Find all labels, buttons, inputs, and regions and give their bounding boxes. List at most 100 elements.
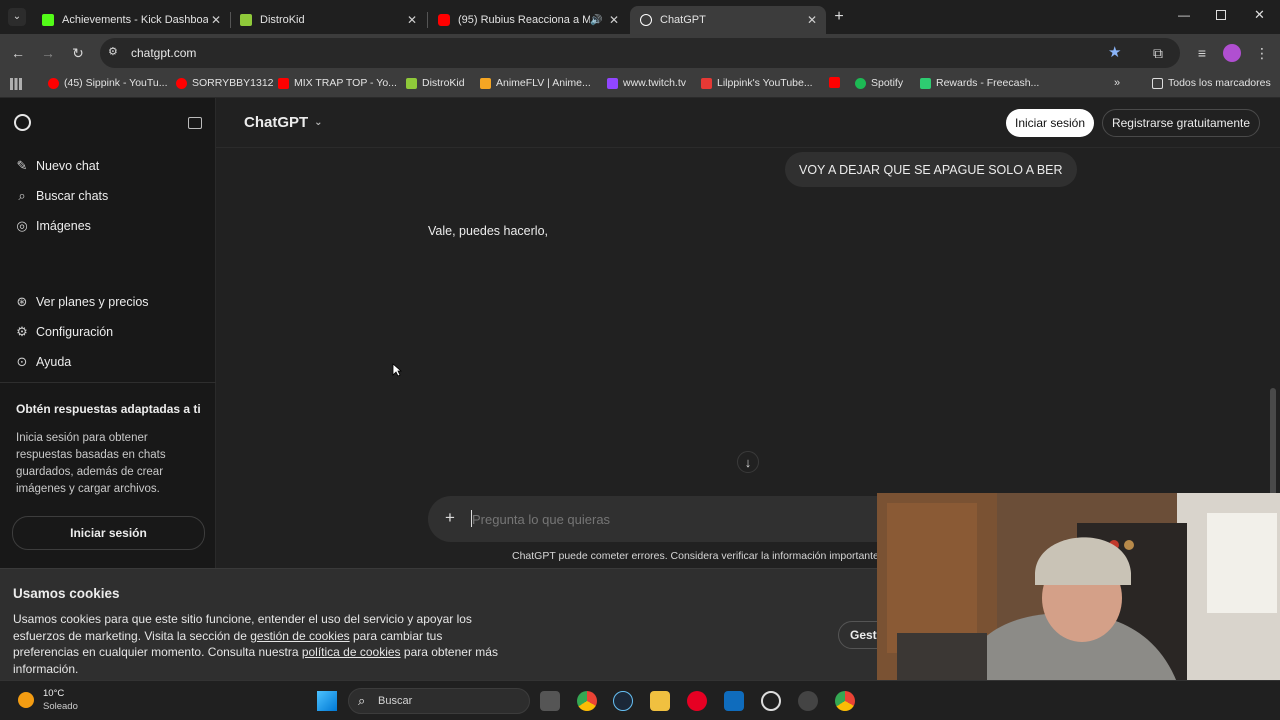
- sidebar-item-search[interactable]: ⌕ Buscar chats: [14, 188, 108, 204]
- sidebar-item-label: Ver planes y precios: [36, 295, 149, 309]
- bookmark-item[interactable]: (45) Sippink - YouTu...: [48, 77, 168, 89]
- cookie-text: Usamos cookies para que este sitio funci…: [13, 611, 503, 677]
- tab-label: DistroKid: [260, 14, 305, 26]
- sidebar-item-settings[interactable]: ⚙ Configuración: [14, 324, 113, 340]
- more-bookmarks-icon[interactable]: »: [1114, 77, 1120, 89]
- tab-label: Achievements - Kick Dashboard: [62, 14, 208, 26]
- bookmark-item[interactable]: MIX TRAP TOP - Yo...: [278, 77, 397, 89]
- signup-button[interactable]: Registrarse gratuitamente: [1102, 109, 1260, 137]
- forward-icon[interactable]: →: [38, 43, 58, 63]
- profile-avatar[interactable]: [1223, 44, 1241, 62]
- gear-icon: ⚙: [16, 324, 28, 339]
- weather-sun-icon[interactable]: [18, 692, 34, 708]
- bookmark-item[interactable]: [829, 77, 845, 88]
- file-explorer-icon[interactable]: [650, 691, 670, 711]
- new-tab-icon[interactable]: +: [830, 8, 848, 26]
- sidebar-item-label: Buscar chats: [36, 189, 109, 203]
- main-header: ChatGPT ⌄ Iniciar sesión Registrarse gra…: [216, 98, 1280, 148]
- bookmark-label: MIX TRAP TOP - Yo...: [294, 77, 397, 89]
- openai-logo-icon[interactable]: [14, 114, 31, 131]
- toggle-sidebar-icon[interactable]: [188, 117, 202, 129]
- speaker-icon[interactable]: 🔊: [590, 15, 606, 26]
- scrollbar-thumb[interactable]: [1270, 388, 1276, 498]
- close-icon[interactable]: ✕: [404, 13, 420, 27]
- steam-icon[interactable]: [613, 691, 633, 711]
- bookmark-item[interactable]: SORRYBBY1312: [176, 77, 274, 89]
- bookmark-label: (45) Sippink - YouTu...: [64, 77, 168, 89]
- url-text[interactable]: chatgpt.com: [131, 46, 196, 60]
- cookie-policy-link[interactable]: política de cookies: [302, 645, 401, 659]
- address-bar[interactable]: ⚙ chatgpt.com ★: [100, 38, 1180, 68]
- apps-grid-icon[interactable]: [10, 78, 22, 90]
- restore-icon[interactable]: [1216, 10, 1226, 20]
- search-icon: ⌕: [358, 693, 366, 708]
- bookmark-label: Spotify: [871, 77, 904, 89]
- close-icon[interactable]: ✕: [208, 13, 224, 27]
- bookmark-item[interactable]: Rewards - Freecash...: [920, 77, 1039, 89]
- weather-temp[interactable]: 10°C: [43, 688, 64, 699]
- rewards-icon: [920, 77, 931, 89]
- reload-icon[interactable]: ↻: [68, 43, 88, 63]
- minimize-icon[interactable]: —: [1178, 8, 1192, 22]
- bookmark-label: www.twitch.tv: [623, 77, 687, 89]
- plus-icon[interactable]: +: [445, 508, 455, 528]
- bookmark-item[interactable]: DistroKid: [406, 77, 465, 89]
- chatgpt-app-icon[interactable]: [761, 691, 781, 711]
- taskbar-search[interactable]: ⌕ Buscar: [348, 688, 530, 714]
- sidebar-item-label: Nuevo chat: [36, 159, 100, 173]
- sidebar-item-label: Imágenes: [36, 219, 91, 233]
- images-icon: ◎: [16, 218, 28, 233]
- app-icon[interactable]: [798, 691, 818, 711]
- bookmark-star-icon[interactable]: ★: [1108, 43, 1121, 61]
- tab-youtube[interactable]: (95) Rubius Reacciona a Mr 🔊 ✕: [428, 6, 628, 34]
- sidebar-item-images[interactable]: ◎ Imágenes: [14, 218, 91, 234]
- task-view-icon[interactable]: [540, 691, 560, 711]
- sidebar-login-button[interactable]: Iniciar sesión: [12, 516, 205, 550]
- model-selector[interactable]: ChatGPT ⌄: [244, 114, 323, 131]
- tab-distrokid[interactable]: DistroKid ✕: [230, 6, 426, 34]
- tab-chatgpt[interactable]: ChatGPT ✕: [630, 6, 826, 34]
- tab-search-dropdown-icon[interactable]: ⌄: [8, 8, 26, 26]
- store-icon[interactable]: [724, 691, 744, 711]
- bookmark-item[interactable]: AnimeFLV | Anime...: [480, 77, 591, 89]
- bookmark-item[interactable]: Spotify: [855, 77, 903, 89]
- windows-start-icon[interactable]: [317, 691, 337, 711]
- login-button[interactable]: Iniciar sesión: [1006, 109, 1094, 137]
- youtube-icon: [278, 77, 289, 89]
- sidebar-item-help[interactable]: ⊙ Ayuda: [14, 354, 72, 370]
- pinterest-icon[interactable]: [687, 691, 707, 711]
- cookie-management-link[interactable]: gestión de cookies: [250, 629, 349, 643]
- close-window-icon[interactable]: ✕: [1254, 7, 1265, 23]
- site-info-icon[interactable]: ⚙: [108, 45, 118, 58]
- chevron-down-icon: ⌄: [314, 117, 323, 128]
- composer[interactable]: +: [428, 496, 888, 542]
- back-icon[interactable]: ←: [8, 43, 28, 63]
- divider: [0, 382, 216, 383]
- chrome-active-icon[interactable]: [835, 691, 855, 711]
- close-icon[interactable]: ✕: [606, 13, 622, 27]
- weather-condition[interactable]: Soleado: [43, 701, 78, 712]
- reading-list-icon[interactable]: ≡: [1192, 43, 1212, 63]
- menu-icon[interactable]: ⋮: [1252, 43, 1272, 63]
- promo-title: Obtén respuestas adaptadas a ti: [16, 402, 201, 416]
- youtube-icon: [438, 14, 450, 26]
- bookmark-label: SORRYBBY1312: [192, 77, 274, 89]
- chatgpt-icon: [640, 14, 652, 26]
- bookmark-item[interactable]: www.twitch.tv: [607, 77, 686, 89]
- bookmarks-bar: (45) Sippink - YouTu... SORRYBBY1312 MIX…: [0, 72, 1280, 98]
- close-icon[interactable]: ✕: [804, 13, 820, 27]
- page-title: ChatGPT: [244, 114, 309, 131]
- extensions-icon[interactable]: ⧉: [1148, 43, 1168, 63]
- prompt-input[interactable]: [472, 508, 872, 530]
- chrome-icon[interactable]: [577, 691, 597, 711]
- bookmark-item[interactable]: Lilppink's YouTube...: [701, 77, 813, 89]
- sidebar-item-plans[interactable]: ⊛ Ver planes y precios: [14, 294, 149, 310]
- tab-kick[interactable]: Achievements - Kick Dashboard ✕: [32, 6, 230, 34]
- sidebar-item-new-chat[interactable]: ✎ Nuevo chat: [14, 158, 100, 174]
- taskbar-search-label: Buscar: [378, 695, 413, 707]
- distrokid-icon: [406, 77, 417, 89]
- youtube-icon: [829, 77, 840, 88]
- mouse-cursor-icon: [392, 363, 402, 377]
- scroll-down-icon[interactable]: ↓: [737, 451, 759, 473]
- all-bookmarks[interactable]: Todos los marcadores: [1152, 77, 1271, 89]
